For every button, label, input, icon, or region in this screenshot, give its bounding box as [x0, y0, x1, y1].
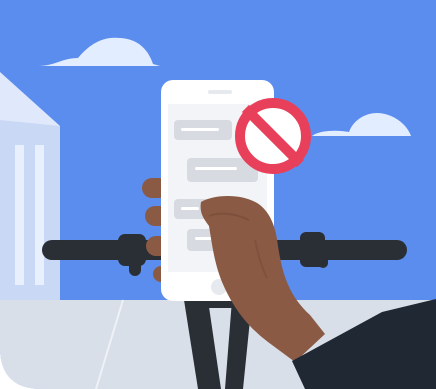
chat-bubble-icon — [174, 120, 232, 140]
scooter-phone-illustration — [0, 0, 436, 389]
prohibited-icon — [235, 98, 311, 174]
illustration-canvas — [0, 0, 436, 389]
